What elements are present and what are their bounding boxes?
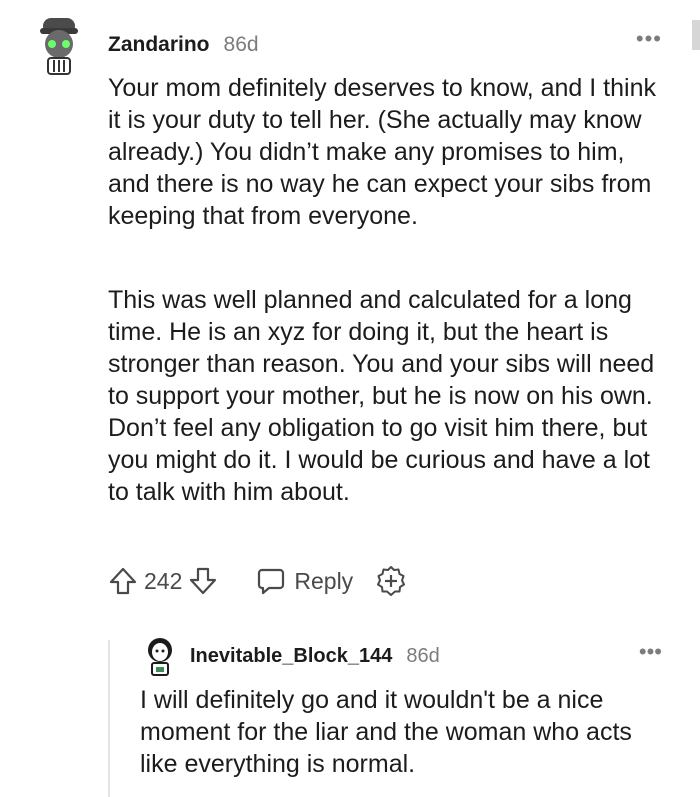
award-plus-icon[interactable] bbox=[375, 565, 407, 597]
reply-header: Inevitable_Block_144 86d bbox=[190, 645, 440, 668]
avatar[interactable] bbox=[145, 637, 175, 677]
author-name[interactable]: Inevitable_Block_144 bbox=[190, 645, 392, 668]
reply-button[interactable]: Reply bbox=[256, 566, 353, 596]
comment-paragraph: This was well planned and calculated for… bbox=[108, 286, 655, 506]
reply-body: I will definitely go and it wouldn't be … bbox=[140, 686, 632, 778]
reply-label: Reply bbox=[294, 567, 354, 594]
arrow-down-icon[interactable] bbox=[188, 566, 218, 596]
comment-actions: 242 Reply bbox=[108, 565, 407, 597]
thread-line[interactable] bbox=[108, 640, 110, 797]
speech-bubble-icon bbox=[256, 566, 286, 596]
more-options-icon[interactable]: ••• bbox=[639, 641, 662, 663]
arrow-up-icon[interactable] bbox=[108, 566, 138, 596]
avatar[interactable] bbox=[38, 14, 80, 76]
comment-header: Zandarino 86d bbox=[108, 33, 259, 57]
comment-age: 86d bbox=[406, 645, 440, 667]
comment-paragraph: Your mom definitely deserves to know, an… bbox=[108, 74, 656, 230]
author-name[interactable]: Zandarino bbox=[108, 33, 210, 57]
vote-count: 242 bbox=[144, 567, 183, 594]
more-options-icon[interactable]: ••• bbox=[636, 28, 662, 50]
scrollbar[interactable] bbox=[692, 20, 700, 50]
comment-age: 86d bbox=[223, 33, 259, 56]
